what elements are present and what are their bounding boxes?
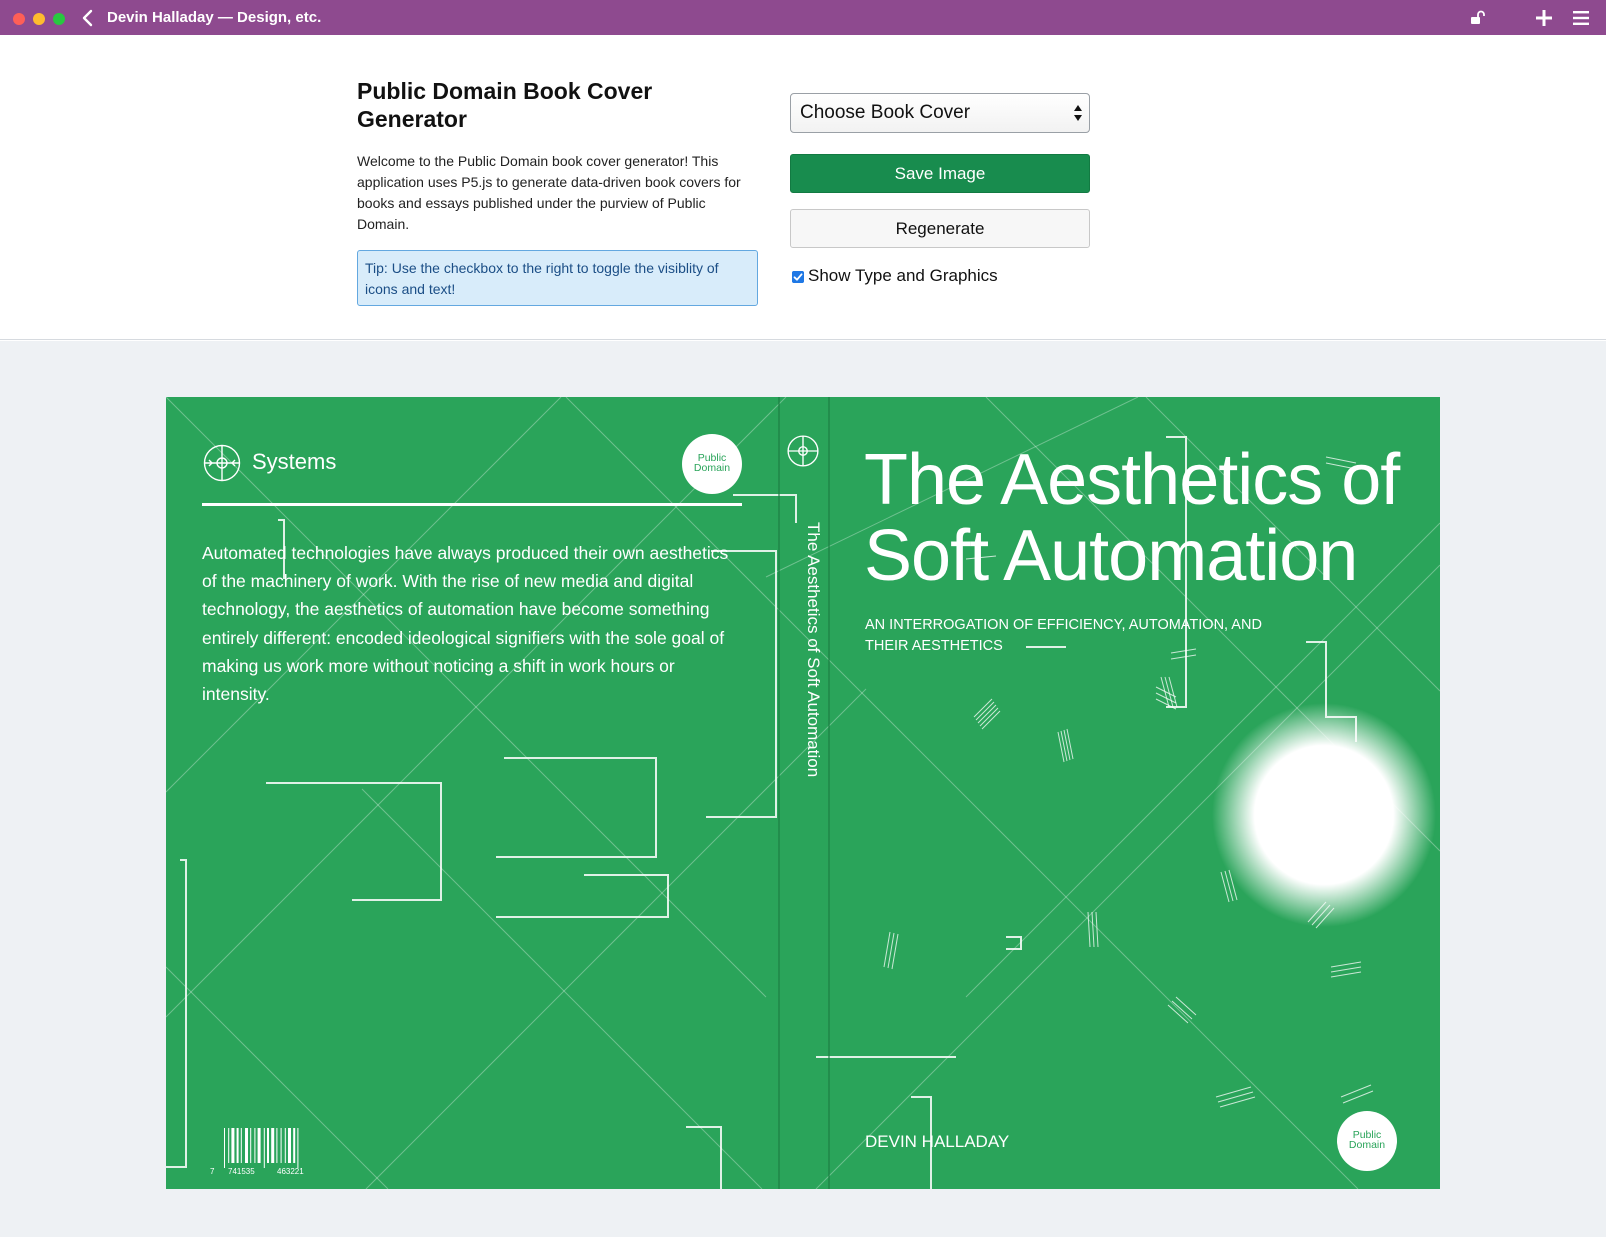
front-cover-subtitle: AN INTERROGATION OF EFFICIENCY, AUTOMATI… [865,617,1262,654]
category-label: Systems [252,449,337,474]
select-arrows-icon [1074,105,1082,121]
show-type-checkbox[interactable] [792,271,804,283]
book-cover-select[interactable]: Choose Book Cover [790,93,1090,133]
publisher-badge-back: Public Domain [682,434,742,494]
publisher-badge-front: Public Domain [1337,1111,1397,1171]
save-image-button[interactable]: Save Image [790,154,1090,193]
book-cover-select-value: Choose Book Cover [800,102,971,123]
unlock-icon[interactable] [1470,10,1486,26]
publisher-line-2: Domain [693,462,731,474]
systems-category-icon [203,444,241,482]
window-title: Devin Halladay — Design, etc. [107,9,322,26]
hamburger-menu-icon[interactable] [1572,9,1590,27]
book-cover-canvas: Systems Public Domain Automated technolo… [166,397,1440,1189]
chevron-left-icon[interactable] [80,8,96,28]
regenerate-button[interactable]: Regenerate [790,209,1090,248]
minimize-window-button[interactable] [33,13,45,25]
close-window-button[interactable] [13,13,25,25]
zoom-window-button[interactable] [53,13,65,25]
back-cover-divider [202,503,742,506]
spine-systems-icon [787,435,819,467]
barcode-digits-right: 463221 [277,1167,304,1176]
spine-title: The Aesthetics of Soft Automation [804,522,823,778]
front-cover-author: DEVIN HALLADAY [865,1132,1010,1151]
back-cover-blurb: Automated technologies have always produ… [202,543,729,705]
publisher-line-2: Domain [1348,1139,1386,1151]
barcode: 7 741535 463221 [210,1128,304,1176]
show-type-checkbox-label[interactable]: Show Type and Graphics [808,266,998,286]
front-cover-title: The Aesthetics of Soft Automation [864,440,1400,596]
page-title: Public Domain Book Cover Generator [357,78,653,132]
tip-alert: Tip: Use the checkbox to the right to to… [357,250,758,306]
window-titlebar: Devin Halladay — Design, etc. [0,0,1606,35]
intro-text: Welcome to the Public Domain book cover … [357,153,741,232]
plus-icon[interactable] [1534,8,1554,28]
barcode-digits-left: 741535 [228,1167,255,1176]
barcode-digit-lead: 7 [210,1167,215,1176]
controls-panel: Public Domain Book Cover Generator Welco… [0,35,1606,340]
